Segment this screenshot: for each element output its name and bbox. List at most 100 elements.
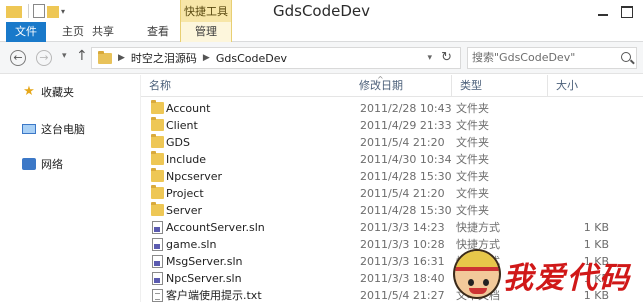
recent-locations-icon[interactable]: ▾ xyxy=(62,51,67,61)
window-title: GdsCodeDev xyxy=(272,2,371,20)
minimize-button[interactable] xyxy=(592,3,614,19)
file-date: 2011/5/4 21:27 xyxy=(360,289,445,302)
file-type: 文件夹 xyxy=(456,170,489,183)
list-item[interactable]: Include 2011/4/30 10:34 文件夹 xyxy=(141,151,643,168)
customize-dropdown-icon[interactable]: ▾ xyxy=(61,7,65,16)
file-name: NpcServer.sln xyxy=(166,272,242,285)
straw-hat-icon xyxy=(455,251,499,271)
file-type: 文件夹 xyxy=(456,153,489,166)
up-arrow-icon[interactable]: ↑ xyxy=(76,48,88,64)
file-type: 文件夹 xyxy=(456,119,489,132)
file-name: Client xyxy=(166,119,198,132)
refresh-icon[interactable]: ↻ xyxy=(441,50,452,65)
folder-icon xyxy=(151,151,164,165)
file-name: Include xyxy=(166,153,207,166)
folder-icon[interactable] xyxy=(6,6,22,18)
list-item[interactable]: AccountServer.sln 2011/3/3 14:23 快捷方式 1 KB xyxy=(141,219,643,236)
sidebar-item-network[interactable]: 网络 xyxy=(0,155,140,173)
watermark: 我爱代码 xyxy=(453,249,643,302)
shortcut-icon xyxy=(152,272,163,285)
search-input[interactable]: 搜索"GdsCodeDev" xyxy=(467,47,637,69)
navigation-bar: ← → ▾ ↑ ▶ 时空之泪源码 ▶ GdsCodeDev ▾ ↻ 搜索"Gds… xyxy=(0,42,643,74)
folder-icon xyxy=(151,168,164,182)
tab-manage[interactable]: 管理 xyxy=(180,22,232,42)
breadcrumb-item[interactable]: GdsCodeDev xyxy=(216,52,287,65)
sidebar-item-label: 收藏夹 xyxy=(41,86,74,99)
file-type: 快捷方式 xyxy=(456,221,500,234)
address-dropdown-icon[interactable]: ▾ xyxy=(427,53,432,63)
file-type: 文件夹 xyxy=(456,187,489,200)
shortcut-icon xyxy=(152,221,163,234)
file-name: game.sln xyxy=(166,238,217,251)
file-date: 2011/5/4 21:20 xyxy=(360,136,445,149)
shortcut-icon xyxy=(152,238,163,251)
file-date: 2011/4/29 21:33 xyxy=(360,119,452,132)
file-date: 2011/5/4 21:20 xyxy=(360,187,445,200)
text-file-icon xyxy=(152,289,163,302)
file-name: GDS xyxy=(166,136,190,149)
list-item[interactable]: Client 2011/4/29 21:33 文件夹 xyxy=(141,117,643,134)
shortcut-icon xyxy=(152,255,163,268)
tab-home[interactable]: 主页 xyxy=(56,22,90,42)
chevron-right-icon[interactable]: ▶ xyxy=(118,53,125,63)
title-bar: ▾ 快捷工具 GdsCodeDev xyxy=(0,0,643,22)
file-name: MsgServer.sln xyxy=(166,255,243,268)
folder-icon xyxy=(151,185,164,199)
folder-icon xyxy=(98,50,112,64)
sidebar-item-label: 网络 xyxy=(41,158,63,171)
file-type: 文件夹 xyxy=(456,102,489,115)
folder-icon xyxy=(151,134,164,148)
list-item[interactable]: Server 2011/4/28 15:30 文件夹 xyxy=(141,202,643,219)
maximize-button[interactable] xyxy=(616,3,638,19)
tab-view[interactable]: 查看 xyxy=(138,22,178,42)
network-icon xyxy=(22,158,36,170)
folder-icon xyxy=(151,117,164,131)
column-header-name[interactable]: 名称 xyxy=(141,75,351,97)
tab-file[interactable]: 文件 xyxy=(6,22,46,42)
tab-share[interactable]: 共享 xyxy=(86,22,120,42)
file-name: 客户端使用提示.txt xyxy=(166,289,262,302)
search-placeholder: 搜索"GdsCodeDev" xyxy=(472,51,576,64)
breadcrumb-item[interactable]: 时空之泪源码 xyxy=(131,50,197,66)
quick-access-toolbar: ▾ xyxy=(6,2,65,20)
column-header-size[interactable]: 大小 xyxy=(547,75,643,97)
file-type: 文件夹 xyxy=(456,204,489,217)
eye-icon xyxy=(468,279,474,286)
search-icon[interactable] xyxy=(621,52,631,62)
mascot-avatar xyxy=(453,249,501,299)
file-name: Server xyxy=(166,204,203,217)
eye-icon xyxy=(483,279,489,286)
navigation-pane: ★ 收藏夹 这台电脑 网络 xyxy=(0,75,140,302)
file-date: 2011/4/30 10:34 xyxy=(360,153,452,166)
file-date: 2011/3/3 10:28 xyxy=(360,238,445,251)
file-date: 2011/4/28 15:30 xyxy=(360,204,452,217)
column-header-type[interactable]: 类型 xyxy=(451,75,547,97)
file-name: Project xyxy=(166,187,204,200)
file-date: 2011/3/3 14:23 xyxy=(360,221,445,234)
file-date: 2011/3/3 18:40 xyxy=(360,272,445,285)
forward-button[interactable]: → xyxy=(36,50,52,66)
sidebar-item-favorites[interactable]: ★ 收藏夹 xyxy=(0,83,140,101)
file-date: 2011/2/28 10:43 xyxy=(360,102,452,115)
list-item[interactable]: GDS 2011/5/4 21:20 文件夹 xyxy=(141,134,643,151)
ribbon-tabs: 文件 主页 共享 查看 管理 xyxy=(0,22,643,42)
list-item[interactable]: Npcserver 2011/4/28 15:30 文件夹 xyxy=(141,168,643,185)
address-bar[interactable]: ▶ 时空之泪源码 ▶ GdsCodeDev ▾ ↻ xyxy=(91,47,461,69)
list-item[interactable]: Project 2011/5/4 21:20 文件夹 xyxy=(141,185,643,202)
column-header-date[interactable]: 修改日期 xyxy=(351,75,451,97)
file-date: 2011/4/28 15:30 xyxy=(360,170,452,183)
computer-icon xyxy=(22,124,36,134)
chevron-right-icon[interactable]: ▶ xyxy=(203,53,210,63)
sidebar-item-label: 这台电脑 xyxy=(41,123,85,136)
sidebar-item-this-pc[interactable]: 这台电脑 xyxy=(0,120,140,138)
file-date: 2011/3/3 16:31 xyxy=(360,255,445,268)
context-tab-label: 快捷工具 xyxy=(180,0,232,22)
new-folder-icon[interactable] xyxy=(47,6,59,18)
watermark-text: 我爱代码 xyxy=(503,261,631,296)
folder-icon xyxy=(151,202,164,216)
star-icon: ★ xyxy=(23,84,35,99)
folder-icon xyxy=(151,100,164,114)
list-item[interactable]: Account 2011/2/28 10:43 文件夹 xyxy=(141,100,643,117)
back-button[interactable]: ← xyxy=(10,50,26,66)
properties-icon[interactable] xyxy=(33,4,45,18)
